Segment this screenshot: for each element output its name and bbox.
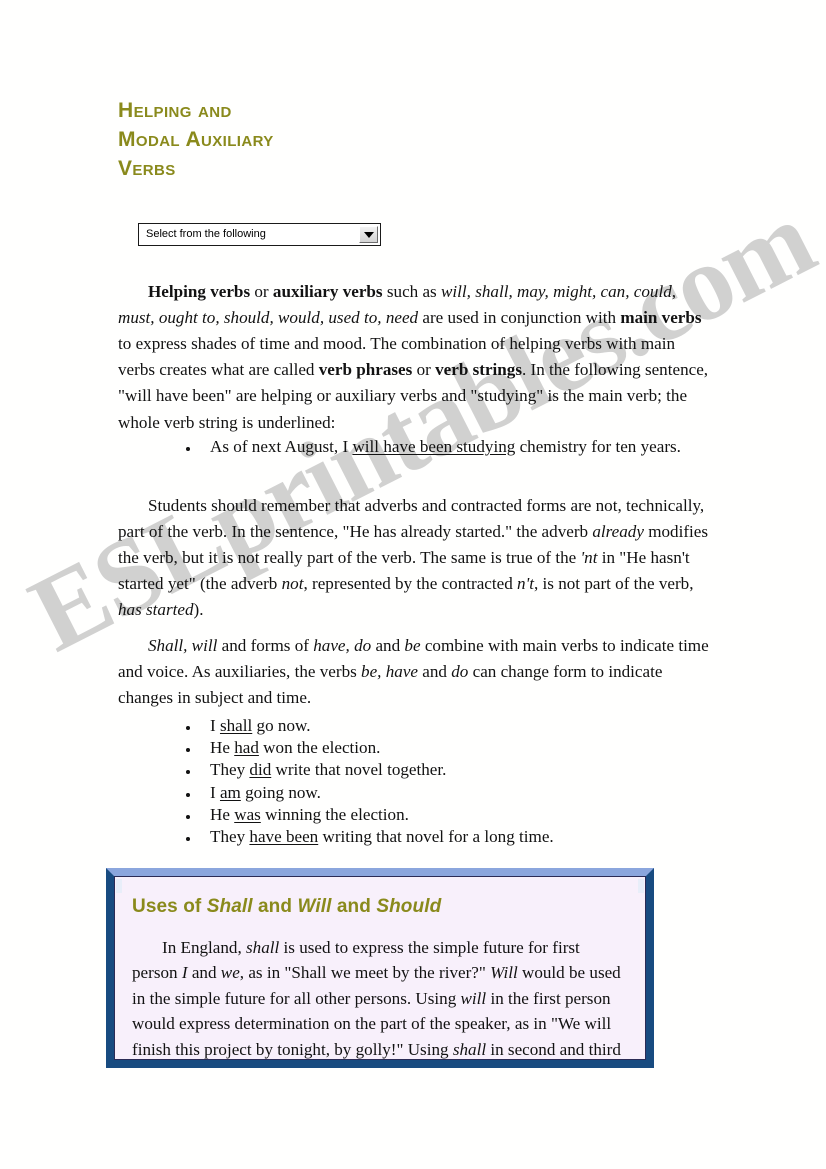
example-list-underlined-string: As of next August, I will have been stud… — [178, 436, 740, 458]
list-item: They have been writing that novel for a … — [200, 826, 680, 848]
chevron-down-icon[interactable] — [359, 226, 378, 243]
select-value[interactable]: Select from the following — [139, 224, 359, 245]
page-title-line-1: Helping and — [118, 99, 232, 122]
callout-tab-right — [638, 879, 644, 893]
callout-heading: Uses of Shall and Will and Should — [132, 896, 442, 917]
list-item: I am going now. — [200, 782, 680, 804]
paragraph-adverbs-contractions: Students should remember that adverbs an… — [118, 496, 709, 620]
callout-body: In England, shall is used to express the… — [132, 938, 621, 1059]
select-from-the-following-dropdown[interactable]: Select from the following — [138, 223, 381, 246]
callout-tab-left — [116, 879, 122, 893]
list-item: They did write that novel together. — [200, 759, 680, 781]
chevron-down-glyph — [363, 231, 374, 238]
list-item: He had won the election. — [200, 737, 680, 759]
auxiliary-examples-list: I shall go now. He had won the election.… — [178, 715, 680, 848]
callout-box-uses-of-shall-will-should: Uses of Shall and Will and Should In Eng… — [106, 868, 654, 1068]
paragraph-helping-verbs: Helping verbs or auxiliary verbs such as… — [118, 282, 709, 432]
list-item: He was winning the election. — [200, 804, 680, 826]
page-title-line-3: Verbs — [118, 157, 176, 180]
callout-inner: Uses of Shall and Will and Should In Eng… — [114, 876, 646, 1060]
worksheet-page: ESLprintables.com Helping and Modal Auxi… — [0, 0, 826, 1169]
paragraph-shall-will-forms: Shall, will and forms of have, do and be… — [118, 636, 709, 708]
page-title-line-2: Modal Auxiliary — [118, 128, 274, 151]
list-item: I shall go now. — [200, 715, 680, 737]
list-item: As of next August, I will have been stud… — [200, 436, 740, 458]
page-title: Helping and Modal Auxiliary Verbs — [118, 96, 538, 183]
